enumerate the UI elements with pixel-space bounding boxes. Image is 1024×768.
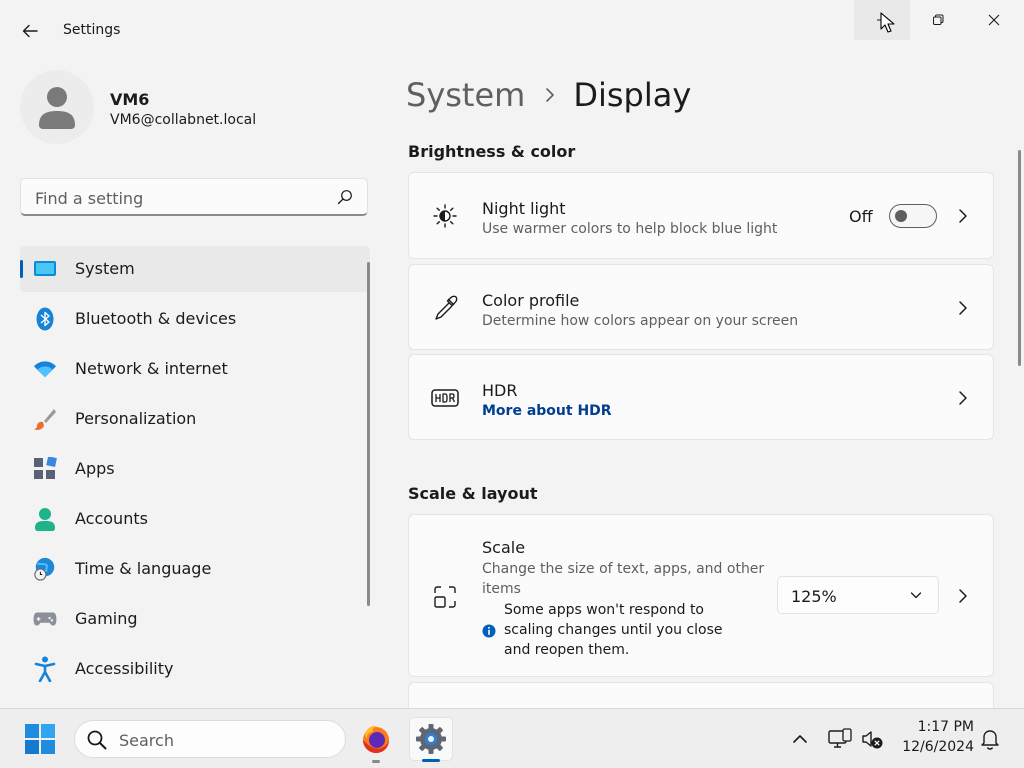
user-name: VM6 xyxy=(110,90,150,109)
taskbar-search[interactable]: Search xyxy=(74,720,346,758)
chevron-right-icon[interactable] xyxy=(955,588,971,604)
scale-warning-note: Some apps won't respond to scaling chang… xyxy=(504,602,723,658)
app-title: Settings xyxy=(63,22,121,38)
color-profile-card[interactable]: Color profile Determine how colors appea… xyxy=(408,264,994,350)
active-app-indicator xyxy=(422,759,440,762)
chevron-right-icon[interactable] xyxy=(955,208,971,224)
paintbrush-icon xyxy=(33,407,57,431)
accessibility-icon xyxy=(33,656,57,682)
sidebar-item-label: Accessibility xyxy=(75,659,174,678)
scale-icon xyxy=(429,581,461,613)
brightness-icon xyxy=(429,200,461,232)
back-button[interactable] xyxy=(14,15,46,47)
color-profile-title: Color profile xyxy=(482,291,580,310)
apps-icon xyxy=(33,457,57,481)
sidebar-item-label: Bluetooth & devices xyxy=(75,309,237,328)
taskbar-search-label: Search xyxy=(119,731,174,750)
sidebar-scrollbar[interactable] xyxy=(367,262,370,606)
breadcrumb-parent[interactable]: System xyxy=(406,76,525,114)
user-avatar-icon xyxy=(39,87,75,129)
find-setting-box[interactable] xyxy=(20,178,368,216)
night-light-state: Off xyxy=(849,207,873,226)
close-button[interactable] xyxy=(966,0,1022,40)
avatar xyxy=(20,70,94,144)
sidebar-item-apps[interactable]: Apps xyxy=(20,446,370,492)
notification-bell-icon[interactable] xyxy=(978,727,1002,751)
mouse-cursor-icon xyxy=(880,12,895,33)
night-light-title: Night light xyxy=(482,199,566,218)
volume-muted-icon[interactable] xyxy=(860,727,884,751)
globe-clock-icon xyxy=(33,557,57,581)
night-light-card[interactable]: Night light Use warmer colors to help bl… xyxy=(408,172,994,259)
sidebar-item-personalization[interactable]: Personalization xyxy=(20,396,370,442)
night-light-toggle[interactable] xyxy=(889,204,937,228)
info-icon xyxy=(482,624,496,638)
page-title: Display xyxy=(573,76,692,114)
chevron-right-icon[interactable] xyxy=(955,390,971,406)
hdr-card[interactable]: HDR More about HDR xyxy=(408,354,994,440)
windows-start-icon[interactable] xyxy=(24,723,56,755)
sidebar-nav: System Bluetooth & devices Network & int… xyxy=(20,246,370,696)
breadcrumb: System Display xyxy=(406,72,691,118)
network-display-icon[interactable] xyxy=(828,727,852,751)
chevron-right-icon xyxy=(545,87,555,103)
sidebar-item-accessibility[interactable]: Accessibility xyxy=(20,646,370,692)
wifi-icon xyxy=(33,357,57,381)
hdr-title: HDR xyxy=(482,381,518,400)
sidebar-item-label: Network & internet xyxy=(75,359,228,378)
taskbar: Search 1:17 PM 12/6/2024 xyxy=(0,708,1024,768)
close-icon xyxy=(988,14,1000,26)
sidebar-item-network[interactable]: Network & internet xyxy=(20,346,370,392)
sidebar-item-time-language[interactable]: Time & language xyxy=(20,546,370,592)
sidebar-item-label: System xyxy=(75,259,135,278)
gamepad-icon xyxy=(33,607,57,631)
scale-value: 125% xyxy=(791,587,837,606)
restore-icon xyxy=(933,14,944,25)
scale-card[interactable]: Scale Change the size of text, apps, and… xyxy=(408,514,994,677)
hdr-icon xyxy=(429,382,461,414)
sidebar-item-label: Time & language xyxy=(75,559,212,578)
chevron-up-icon[interactable] xyxy=(788,727,812,751)
toggle-knob xyxy=(895,210,907,222)
sidebar-item-system[interactable]: System xyxy=(20,246,370,292)
bluetooth-icon xyxy=(33,307,57,331)
section-title-scale-layout: Scale & layout xyxy=(408,484,538,503)
back-arrow-icon xyxy=(22,24,38,38)
system-icon xyxy=(33,257,57,281)
sidebar-item-accounts[interactable]: Accounts xyxy=(20,496,370,542)
taskbar-app-firefox[interactable] xyxy=(354,717,398,763)
search-icon xyxy=(87,730,107,750)
sidebar-item-gaming[interactable]: Gaming xyxy=(20,596,370,642)
clock-date[interactable]: 12/6/2024 xyxy=(900,739,974,755)
user-profile[interactable]: VM6 VM6@collabnet.local xyxy=(20,70,370,150)
main-scrollbar[interactable] xyxy=(1018,150,1021,366)
scale-desc: Change the size of text, apps, and other… xyxy=(482,561,765,597)
sidebar-item-label: Gaming xyxy=(75,609,138,628)
user-email: VM6@collabnet.local xyxy=(110,112,257,128)
sidebar-item-label: Apps xyxy=(75,459,115,478)
accounts-icon xyxy=(33,507,57,531)
find-setting-input[interactable] xyxy=(33,186,337,210)
chevron-right-icon[interactable] xyxy=(955,300,971,316)
title-bar: Settings xyxy=(0,0,1024,62)
running-indicator xyxy=(372,760,380,763)
scale-title: Scale xyxy=(482,538,526,557)
settings-gear-icon xyxy=(416,724,446,754)
firefox-icon xyxy=(363,725,389,753)
scale-dropdown[interactable]: 125% xyxy=(777,576,939,614)
night-light-desc: Use warmer colors to help block blue lig… xyxy=(482,221,778,237)
sidebar-item-bluetooth[interactable]: Bluetooth & devices xyxy=(20,296,370,342)
eyedropper-icon xyxy=(429,292,461,324)
sidebar-item-label: Personalization xyxy=(75,409,197,428)
clock-time[interactable]: 1:17 PM xyxy=(900,719,974,735)
color-profile-desc: Determine how colors appear on your scre… xyxy=(482,313,799,329)
hdr-link[interactable]: More about HDR xyxy=(482,403,612,419)
sidebar-item-label: Accounts xyxy=(75,509,148,528)
restore-button[interactable] xyxy=(910,0,966,40)
taskbar-app-settings[interactable] xyxy=(409,717,453,762)
section-title-brightness: Brightness & color xyxy=(408,142,576,161)
search-icon[interactable] xyxy=(337,189,353,205)
chevron-down-icon xyxy=(910,592,922,599)
